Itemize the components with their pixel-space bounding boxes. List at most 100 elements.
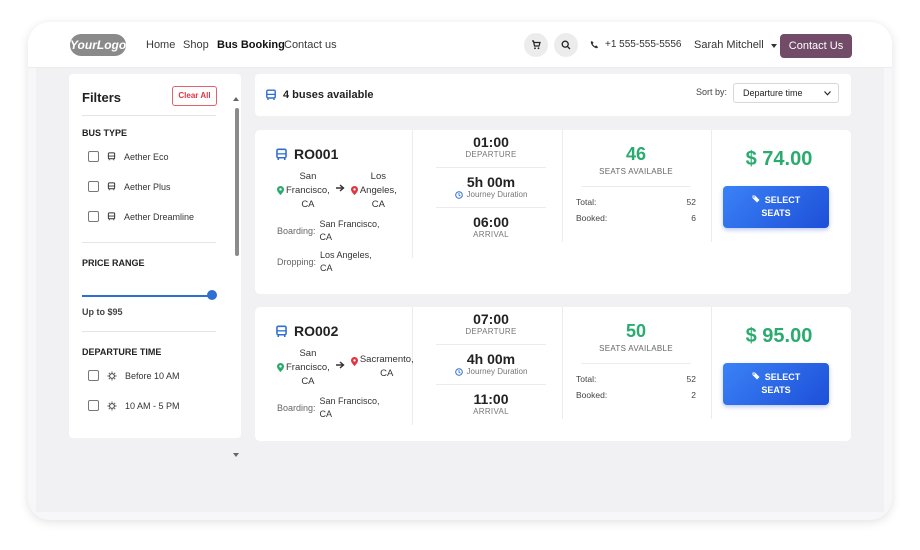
bus-card: RO001 SanFrancisco,CA LosAngeles,CA xyxy=(255,130,851,294)
total-seats: Total: 52 xyxy=(576,374,696,384)
checkbox[interactable] xyxy=(88,181,99,192)
clock-icon xyxy=(454,190,463,199)
bus-price: $ 74.00 xyxy=(745,148,813,170)
bus-id: RO001 xyxy=(275,146,338,162)
price-slider-track[interactable] xyxy=(82,295,212,297)
location-pin-icon xyxy=(277,363,284,372)
site-logo[interactable]: YourLogo xyxy=(70,34,126,56)
search-button[interactable] xyxy=(554,33,578,57)
departure-label: DEPARTURE xyxy=(465,327,517,336)
results-header: 4 buses available Sort by: Departure tim… xyxy=(255,74,851,116)
boarding-point: Boarding: San Francisco, CA xyxy=(277,219,380,242)
bus-icon xyxy=(275,325,288,338)
duration-label: Journey Duration xyxy=(466,190,528,199)
results-count: 4 buses available xyxy=(283,89,374,101)
ticket-icon xyxy=(752,195,760,203)
scrollbar-thumb[interactable] xyxy=(235,108,239,256)
bus-icon xyxy=(107,182,116,191)
bus-type-label: Aether Eco xyxy=(124,151,169,162)
arrival-time: 11:00 xyxy=(473,391,509,407)
departure-option[interactable]: 10 AM - 5 PM xyxy=(88,400,180,411)
divider xyxy=(82,331,216,332)
bus-icon xyxy=(265,89,277,101)
checkbox[interactable] xyxy=(88,151,99,162)
nav-link-bus-booking[interactable]: Bus Booking xyxy=(217,39,285,51)
phone-link[interactable]: +1 555-555-5556 xyxy=(590,39,681,50)
booked-seats: Booked: 2 xyxy=(576,390,696,400)
phone-icon xyxy=(590,40,599,49)
nav-link-home[interactable]: Home xyxy=(146,39,175,51)
bus-id-text: RO001 xyxy=(294,146,339,162)
bus-type-label: Aether Plus xyxy=(124,181,171,192)
checkbox[interactable] xyxy=(88,400,99,411)
clear-all-button[interactable]: Clear All xyxy=(172,86,217,106)
bus-type-option[interactable]: Aether Plus xyxy=(88,181,171,192)
to-city: Los Angeles, CA xyxy=(359,171,397,210)
checkbox[interactable] xyxy=(88,211,99,222)
caret-down-icon xyxy=(770,44,777,48)
sort-value: Departure time xyxy=(743,88,803,98)
page-content: Filters Clear All BUS TYPE Aether Eco Ae… xyxy=(36,68,884,512)
sort-label: Sort by: xyxy=(696,87,728,97)
journey-duration: 4h 00m xyxy=(466,351,516,367)
sun-icon xyxy=(107,371,117,381)
top-navbar: YourLogo Home Shop Bus Booking Contact u… xyxy=(28,22,892,68)
nav-link-contact[interactable]: Contact us xyxy=(284,39,337,51)
divider xyxy=(711,130,712,242)
cart-icon xyxy=(531,40,541,50)
chevron-down-icon xyxy=(824,84,831,102)
bus-type-option[interactable]: Aether Eco xyxy=(88,151,169,162)
from-city: San Francisco, CA xyxy=(286,348,330,387)
cart-button[interactable] xyxy=(524,33,548,57)
select-seats-button[interactable]: SELECT SEATS xyxy=(723,363,829,405)
bus-id-text: RO002 xyxy=(294,323,339,339)
ticket-icon xyxy=(752,372,760,380)
price-range-title: PRICE RANGE xyxy=(82,258,145,268)
browser-frame: YourLogo Home Shop Bus Booking Contact u… xyxy=(28,22,892,520)
bus-price: $ 95.00 xyxy=(745,325,813,347)
location-pin-icon xyxy=(350,357,358,366)
user-menu[interactable]: Sarah Mitchell xyxy=(694,39,777,51)
from-city: San Francisco, CA xyxy=(286,171,330,210)
price-range-value: Up to $95 xyxy=(82,307,123,317)
total-seats: Total: 52 xyxy=(576,197,696,207)
departure-time-title: DEPARTURE TIME xyxy=(82,347,162,357)
checkbox[interactable] xyxy=(88,370,99,381)
timing: 01:00 DEPARTURE 5h 00m Journey Duration … xyxy=(421,134,561,239)
bus-card: RO002 San Francisco, CA Sacramento, CA B… xyxy=(255,307,851,441)
journey-duration: 5h 00m xyxy=(466,174,516,190)
divider xyxy=(711,307,712,419)
bus-icon xyxy=(107,212,116,221)
nav-link-shop[interactable]: Shop xyxy=(183,39,209,51)
route: San Francisco, CA Sacramento, CA xyxy=(277,347,414,389)
price-slider-thumb[interactable] xyxy=(207,290,217,300)
booked-seats: Booked: 6 xyxy=(576,213,696,223)
clock-icon xyxy=(454,367,463,376)
boarding-point: Boarding: San Francisco, CA xyxy=(277,396,380,419)
divider xyxy=(82,115,216,116)
filters-title: Filters xyxy=(82,90,122,105)
departure-label: Before 10 AM xyxy=(125,370,180,381)
seats-available-label: SEATS AVAILABLE xyxy=(599,344,673,353)
seat-info: 50 SEATS AVAILABLE Total: 52 Booked: 2 xyxy=(571,321,701,406)
seats-available-label: SEATS AVAILABLE xyxy=(599,167,673,176)
search-icon xyxy=(561,40,571,50)
contact-us-button[interactable]: Contact Us xyxy=(780,34,852,58)
divider xyxy=(562,307,563,419)
user-name: Sarah Mitchell xyxy=(694,39,764,51)
arrival-label: ARRIVAL xyxy=(473,230,509,239)
duration-label: Journey Duration xyxy=(466,367,528,376)
location-pin-icon xyxy=(277,186,284,195)
divider xyxy=(562,130,563,242)
sort-select[interactable]: Departure time xyxy=(733,83,839,103)
dropping-point: Dropping: Los Angeles, CA xyxy=(277,250,372,273)
departure-time: 07:00 xyxy=(473,311,509,327)
phone-number: +1 555-555-5556 xyxy=(605,39,682,50)
seat-info: 46 SEATS AVAILABLE Total: 52 Booked: 6 xyxy=(571,144,701,229)
bus-type-label: Aether Dreamline xyxy=(124,211,195,222)
select-seats-button[interactable]: SELECT SEATS xyxy=(723,186,829,228)
departure-option[interactable]: Before 10 AM xyxy=(88,370,180,381)
bus-type-option[interactable]: Aether Dreamline xyxy=(88,211,194,222)
arrow-right-icon xyxy=(335,360,345,372)
bus-id: RO002 xyxy=(275,323,338,339)
